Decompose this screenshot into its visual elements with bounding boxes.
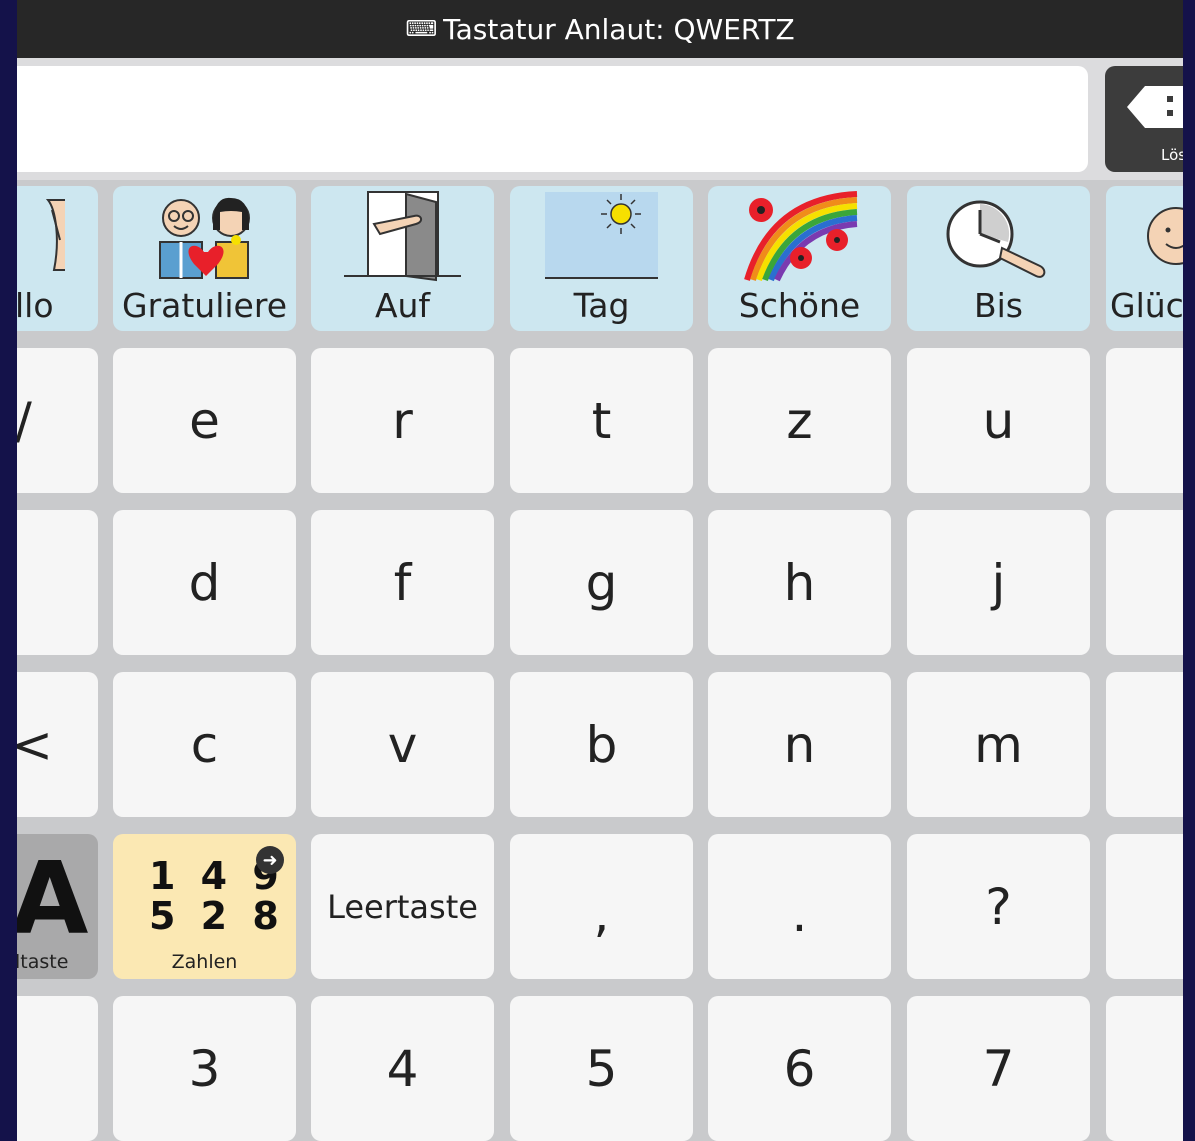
key-label: d xyxy=(188,553,221,612)
word-label: Auf xyxy=(374,286,431,325)
keyboard-icon: ⌨ xyxy=(405,16,438,42)
key-4[interactable]: 4 xyxy=(311,996,494,1141)
key-label: c xyxy=(190,715,219,774)
key-label: 4 xyxy=(386,1039,419,1098)
key-z[interactable]: z xyxy=(708,348,891,493)
key-partial-w[interactable]: / xyxy=(17,348,98,493)
space-key[interactable]: Leertaste xyxy=(311,834,494,979)
title-bar: ⌨ Tastatur Anlaut: QWERTZ xyxy=(17,0,1183,58)
key-label: . xyxy=(791,884,808,943)
key-partial-8[interactable] xyxy=(1106,996,1183,1141)
key-label: , xyxy=(593,884,610,943)
word-cell-tag[interactable]: Tag xyxy=(510,186,693,331)
waving-hand-icon xyxy=(45,199,65,271)
key-partial-x[interactable]: < xyxy=(17,672,98,817)
key-t[interactable]: t xyxy=(510,348,693,493)
message-bar[interactable] xyxy=(17,66,1088,172)
key-d[interactable]: d xyxy=(113,510,296,655)
key-label: b xyxy=(585,715,618,774)
zahlen-key[interactable]: 1 4 9 5 2 8 ➜ Zahlen xyxy=(113,834,296,979)
shift-glyph: A xyxy=(17,840,89,957)
delete-button[interactable]: Lös xyxy=(1105,66,1183,172)
key-u[interactable]: u xyxy=(907,348,1090,493)
key-5[interactable]: 5 xyxy=(510,996,693,1141)
key-label: m xyxy=(974,715,1023,774)
sun-day-icon xyxy=(545,192,658,279)
key-label: 6 xyxy=(783,1039,816,1098)
key-label: ? xyxy=(985,877,1012,936)
key-g[interactable]: g xyxy=(510,510,693,655)
key-partial-s[interactable] xyxy=(17,510,98,655)
word-label: Gratuliere xyxy=(122,286,287,325)
page-title: Tastatur Anlaut: QWERTZ xyxy=(443,12,795,46)
word-label: llo xyxy=(17,286,54,325)
space-label: Leertaste xyxy=(327,887,478,926)
key-partial-k[interactable] xyxy=(1106,510,1183,655)
backspace-icon xyxy=(1127,86,1183,128)
period-key[interactable]: . xyxy=(708,834,891,979)
key-label: v xyxy=(387,715,418,774)
key-label: / xyxy=(17,348,98,493)
key-label: 5 xyxy=(585,1039,618,1098)
key-label: e xyxy=(189,391,220,450)
key-partial-right[interactable] xyxy=(1106,834,1183,979)
key-label: h xyxy=(783,553,816,612)
key-6[interactable]: 6 xyxy=(708,996,891,1141)
delete-label: Lös xyxy=(1161,146,1183,164)
key-label: j xyxy=(991,553,1006,612)
key-label: < xyxy=(17,715,53,774)
key-partial-2[interactable] xyxy=(17,996,98,1141)
word-cell-glueck[interactable]: Glüc xyxy=(1106,186,1183,331)
clock-icon xyxy=(946,200,1046,278)
rainbow-flowers-icon xyxy=(744,191,858,282)
key-h[interactable]: h xyxy=(708,510,891,655)
key-label: z xyxy=(786,391,813,450)
word-label: Schöne xyxy=(738,286,861,325)
key-c[interactable]: c xyxy=(113,672,296,817)
key-label: r xyxy=(392,391,413,450)
happy-face-icon xyxy=(1147,207,1183,265)
key-e[interactable]: e xyxy=(113,348,296,493)
arrow-right-icon: ➜ xyxy=(256,846,284,874)
zahlen-label: Zahlen xyxy=(171,951,238,973)
key-partial-o[interactable] xyxy=(1106,672,1183,817)
key-3[interactable]: 3 xyxy=(113,996,296,1141)
key-r[interactable]: r xyxy=(311,348,494,493)
word-label: Bis xyxy=(973,286,1023,325)
word-cell-schoene[interactable]: Schöne xyxy=(708,186,891,331)
key-7[interactable]: 7 xyxy=(907,996,1090,1141)
key-partial-i[interactable] xyxy=(1106,348,1183,493)
open-door-icon xyxy=(344,191,461,282)
key-n[interactable]: n xyxy=(708,672,891,817)
key-label: t xyxy=(591,391,612,450)
key-b[interactable]: b xyxy=(510,672,693,817)
key-label: 7 xyxy=(982,1039,1015,1098)
key-f[interactable]: f xyxy=(311,510,494,655)
word-cell-bis[interactable]: Bis xyxy=(907,186,1090,331)
key-j[interactable]: j xyxy=(907,510,1090,655)
question-key[interactable]: ? xyxy=(907,834,1090,979)
key-label: f xyxy=(393,553,412,612)
word-cell-hallo[interactable]: llo xyxy=(17,186,98,331)
shift-key[interactable]: A ltaste xyxy=(17,834,98,979)
numbers-line-2: 5 2 8 xyxy=(149,894,285,938)
word-label: Tag xyxy=(573,286,630,325)
key-label: 3 xyxy=(188,1039,221,1098)
shift-label: ltaste xyxy=(17,951,69,973)
keyboard-app: ⌨ Tastatur Anlaut: QWERTZ Lös llo Gratul… xyxy=(17,0,1183,1141)
word-label: Glüc xyxy=(1110,286,1183,325)
key-m[interactable]: m xyxy=(907,672,1090,817)
key-v[interactable]: v xyxy=(311,672,494,817)
word-cell-gratuliere[interactable]: Gratuliere xyxy=(113,186,296,331)
key-label: u xyxy=(982,391,1015,450)
word-cell-auf[interactable]: Auf xyxy=(311,186,494,331)
key-label: g xyxy=(585,553,618,612)
key-label: n xyxy=(783,715,816,774)
comma-key[interactable]: , xyxy=(510,834,693,979)
congratulate-people-icon xyxy=(159,197,250,279)
